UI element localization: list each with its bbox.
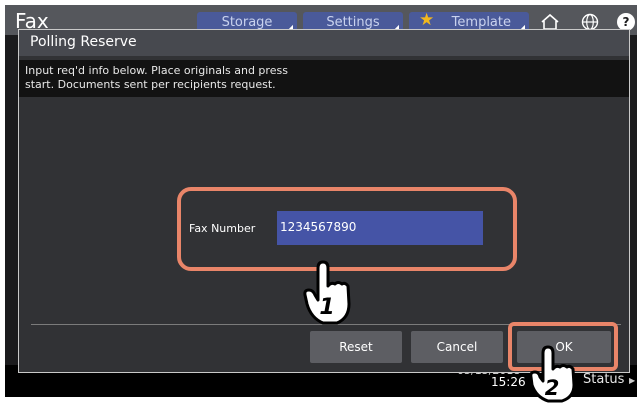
chevron-right-icon: ▶ [629,376,636,385]
dialog-message: Input req'd info below. Place originals … [19,60,629,97]
dialog-message-line: start. Documents sent per recipients req… [25,78,276,91]
dialog-title: Polling Reserve [30,34,137,50]
tab-storage-label: Storage [221,15,273,30]
dialog-message-line: Input req'd info below. Place originals … [25,64,288,77]
pointing-hand-icon: 1 [303,260,351,325]
pointing-hand-icon: 2 [529,345,576,403]
cancel-button[interactable]: Cancel [411,331,503,363]
reset-button[interactable]: Reset [310,331,402,363]
dialog-header: Polling Reserve [19,30,629,56]
step-1-label: 1 [319,295,334,320]
status-button[interactable]: Status [583,372,624,387]
time-label: 15:26 [491,375,526,389]
star-icon[interactable]: ★ [419,12,434,29]
tab-settings-label: Settings [326,15,380,30]
step-2-label: 2 [545,376,560,400]
tab-template-label: Template [451,15,511,30]
fax-number-highlight [177,187,517,271]
